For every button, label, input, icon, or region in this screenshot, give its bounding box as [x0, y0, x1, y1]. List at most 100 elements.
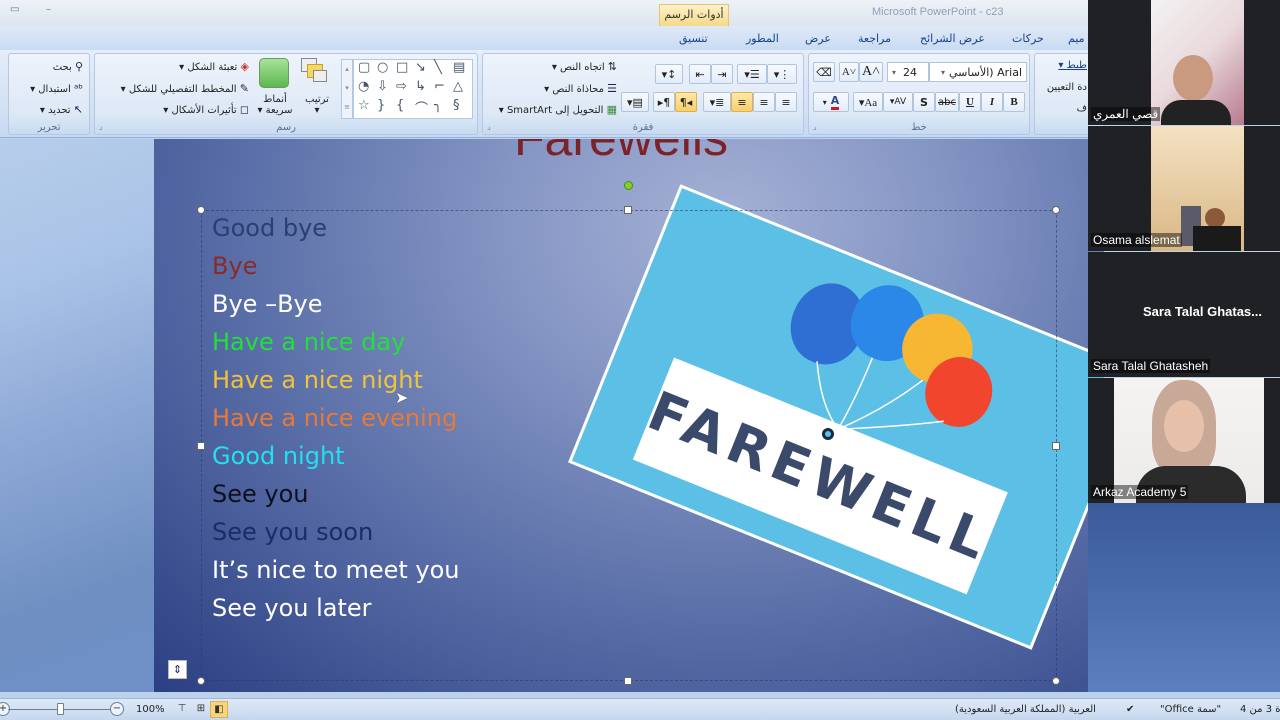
- shadow-button[interactable]: S: [913, 92, 935, 112]
- arrow-line-icon[interactable]: ↘: [415, 60, 426, 75]
- increase-indent-button[interactable]: ⇥: [711, 64, 733, 84]
- curve-icon[interactable]: ╮: [434, 98, 442, 113]
- slide-sorter-view-button[interactable]: ⊞: [192, 701, 210, 718]
- shape-fill-button[interactable]: ◈ تعبئة الشكل ▾: [179, 60, 249, 73]
- freeform-icon[interactable]: §: [453, 98, 460, 113]
- character-spacing-button[interactable]: ▾AV: [883, 92, 913, 112]
- text-box-icon[interactable]: ▤: [453, 60, 465, 75]
- text-direction-button[interactable]: ⇅ اتجاه النص ▾: [552, 60, 617, 73]
- line-icon[interactable]: ╲: [434, 60, 442, 75]
- normal-view-button[interactable]: ◧: [210, 701, 228, 718]
- text-placeholder-selection[interactable]: [201, 210, 1057, 681]
- resize-handle-bottom[interactable]: [624, 677, 632, 685]
- slide-show-view-button[interactable]: ⊤: [173, 701, 191, 718]
- decrease-indent-button[interactable]: ⇤: [689, 64, 711, 84]
- font-size-select[interactable]: ▾ 24: [887, 62, 929, 82]
- numbering-button[interactable]: ▾☰: [737, 64, 767, 84]
- triangle-icon[interactable]: △: [453, 79, 463, 94]
- spell-check-icon[interactable]: ✔: [1126, 704, 1134, 715]
- tab-slide-show[interactable]: عرض الشرائح: [920, 32, 985, 45]
- resize-handle-left[interactable]: [197, 442, 205, 450]
- tab-animations[interactable]: حركات: [1012, 32, 1044, 45]
- snip-shape-icon[interactable]: ◔: [358, 79, 369, 94]
- participant-tile[interactable]: Sara Talal Ghatas... Sara Talal Ghatashe…: [1088, 252, 1280, 377]
- rounded-rectangle-icon[interactable]: ▢: [358, 60, 370, 75]
- justify-button[interactable]: ▾≣: [703, 92, 731, 112]
- slide-title[interactable]: Farewells: [514, 139, 728, 167]
- convert-smartart-button[interactable]: ▦ التحويل إلى SmartArt ▾: [499, 103, 617, 116]
- zoom-slider-thumb[interactable]: [57, 703, 64, 715]
- ltr-button[interactable]: ▸¶: [653, 92, 675, 112]
- resize-handle-top[interactable]: [624, 206, 632, 214]
- participant-tile[interactable]: Osama alslemat: [1088, 126, 1280, 251]
- quick-styles-button[interactable]: أنماط سريعة ▾: [255, 94, 295, 116]
- italic-button[interactable]: I: [981, 92, 1003, 112]
- zoom-out-button[interactable]: −: [110, 702, 124, 716]
- shape-gallery[interactable]: ▢ ○ □ ↘ ╲ ▤ ◔ ⇩ ⇨ ↳ ⌐ △ ☆ } { ⌒ ╮ §: [353, 59, 473, 119]
- tab-view[interactable]: عرض: [805, 32, 831, 45]
- arrange-button[interactable]: ترتيب ▾: [303, 94, 331, 116]
- columns-button[interactable]: ▾▤: [621, 92, 649, 112]
- resize-handle-bottom-right[interactable]: [1052, 677, 1060, 685]
- right-brace-icon[interactable]: }: [377, 98, 385, 113]
- line-spacing-button[interactable]: ▾↕: [655, 64, 683, 84]
- elbow-connector-icon[interactable]: ⌐: [434, 79, 445, 94]
- shape-gallery-scroll[interactable]: ▴ ▾ ≡: [341, 59, 353, 119]
- shape-outline-button[interactable]: ✎ المخطط التفصيلي للشكل ▾: [121, 82, 249, 95]
- left-brace-icon[interactable]: {: [396, 98, 404, 113]
- slide-canvas[interactable]: Farewells FAREWELL Good byeByeBye –ByeHa…: [154, 139, 1104, 692]
- tab-review[interactable]: مراجعة: [858, 32, 891, 45]
- arrange-icon[interactable]: [301, 58, 329, 86]
- resize-handle-right[interactable]: [1052, 442, 1060, 450]
- underline-button[interactable]: U: [959, 92, 981, 112]
- change-case-button[interactable]: ▾Aa: [853, 92, 883, 112]
- autofit-options-icon[interactable]: ⇕: [168, 660, 187, 679]
- elbow-arrow-icon[interactable]: ↳: [415, 79, 426, 94]
- select-button[interactable]: ↖ تحديد ▾: [40, 103, 83, 116]
- reset-button[interactable]: دة التعيين: [1047, 82, 1087, 93]
- resize-handle-top-right[interactable]: [1052, 206, 1060, 214]
- resize-handle-top-left[interactable]: [197, 206, 205, 214]
- align-right-button[interactable]: ≡: [775, 92, 797, 112]
- minimize-icon[interactable]: –: [46, 4, 51, 15]
- language-indicator[interactable]: العربية (المملكة العربية السعودية): [955, 704, 1096, 715]
- quick-styles-icon[interactable]: [259, 58, 289, 88]
- bullets-button[interactable]: ▾⋮: [767, 64, 797, 84]
- find-button[interactable]: ⚲ بحث: [53, 60, 83, 73]
- font-color-button[interactable]: ▾ A: [813, 92, 849, 112]
- zoom-level[interactable]: 100%: [136, 704, 165, 715]
- tab-format[interactable]: تنسيق: [679, 32, 708, 45]
- align-text-button[interactable]: ☰ محاذاة النص ▾: [544, 82, 617, 95]
- slide-thumbnails-pane[interactable]: [0, 139, 154, 692]
- tab-design[interactable]: ميم: [1068, 32, 1085, 45]
- rotation-handle[interactable]: [624, 181, 633, 190]
- clear-formatting-button[interactable]: ⌫: [813, 62, 835, 82]
- font-name-select[interactable]: Arial (الأساسي ▾: [929, 62, 1027, 82]
- oval-icon[interactable]: ○: [377, 60, 388, 75]
- star-icon[interactable]: ☆: [358, 98, 370, 113]
- picture-center-handle[interactable]: [822, 428, 834, 440]
- resize-handle-bottom-left[interactable]: [197, 677, 205, 685]
- right-arrow-icon[interactable]: ⇨: [396, 79, 407, 94]
- bold-button[interactable]: B: [1003, 92, 1025, 112]
- tab-developer[interactable]: المطور: [746, 32, 779, 45]
- align-center-button[interactable]: ≡: [753, 92, 775, 112]
- shrink-font-button[interactable]: A˅: [839, 62, 859, 82]
- clear-formatting-icon: ⌫: [816, 65, 832, 79]
- delete-button[interactable]: ف: [1077, 103, 1087, 114]
- layout-button[interactable]: طيط ▾: [1058, 60, 1087, 71]
- shape-effects-button[interactable]: ◻ تأثيرات الأشكال ▾: [163, 103, 249, 116]
- rtl-button[interactable]: ¶◂: [675, 92, 697, 112]
- replace-button[interactable]: ᵃᵇ استبدال ▾: [30, 82, 83, 95]
- rectangle-icon[interactable]: □: [396, 60, 408, 75]
- down-arrow-icon[interactable]: ⇩: [377, 79, 388, 94]
- change-case-icon: ▾Aa: [858, 96, 878, 109]
- group-editing: ⚲ بحث ᵃᵇ استبدال ▾ ↖ تحديد ▾ تحرير: [8, 53, 90, 135]
- restore-icon[interactable]: ▭: [10, 4, 19, 15]
- grow-font-button[interactable]: A˄: [859, 62, 883, 82]
- participant-tile[interactable]: Arkaz Academy 5: [1088, 378, 1280, 503]
- strikethrough-button[interactable]: abc: [935, 92, 959, 112]
- arc-icon[interactable]: ⌒: [415, 98, 428, 117]
- participant-tile[interactable]: قصي العمري: [1088, 0, 1280, 125]
- align-left-button[interactable]: ≡: [731, 92, 753, 112]
